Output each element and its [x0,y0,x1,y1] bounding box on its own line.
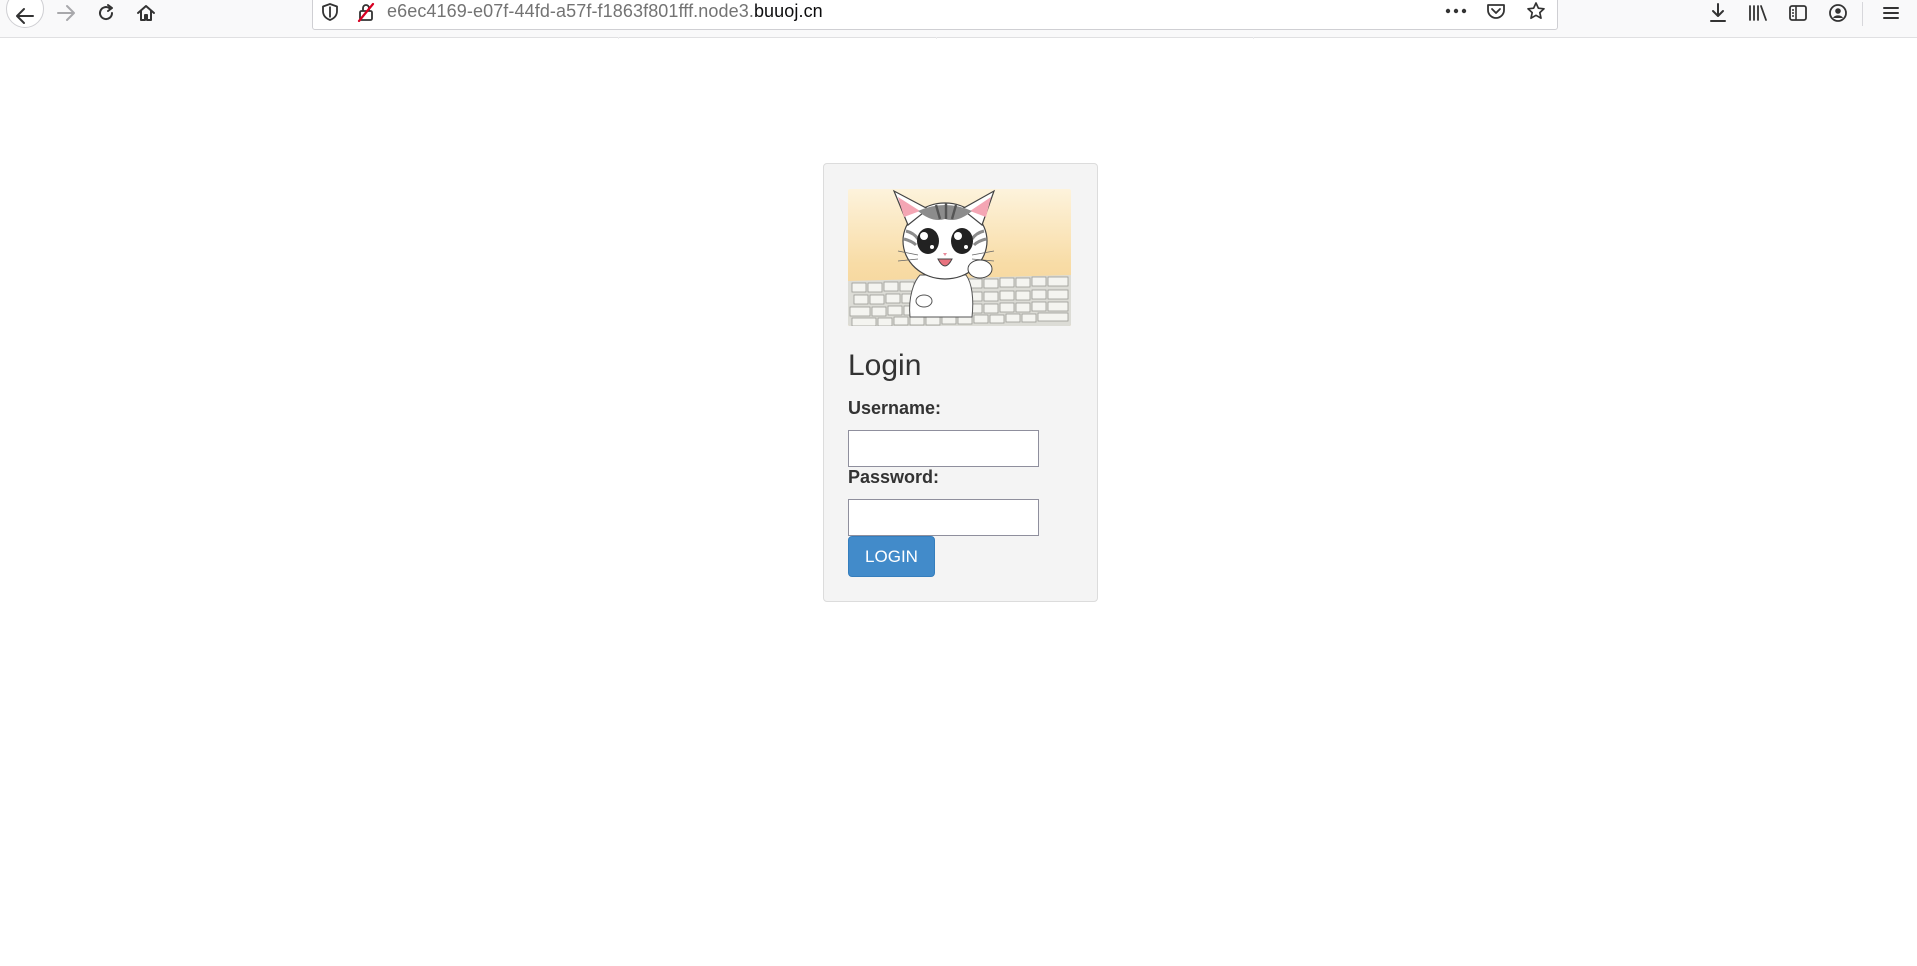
star-icon[interactable] [1523,0,1549,22]
reload-icon [96,3,116,23]
address-bar[interactable]: e6ec4169-e07f-44fd-a57f-f1863f801fff.nod… [312,0,1558,30]
sidebar-button[interactable] [1778,0,1818,26]
home-icon [136,3,156,23]
tab-divider [1253,37,1254,39]
shield-icon[interactable] [321,2,339,27]
hamburger-menu-icon [1882,5,1900,21]
pocket-icon[interactable] [1483,0,1509,22]
menu-button[interactable] [1871,0,1911,26]
insecure-lock-icon[interactable] [356,2,376,27]
forward-arrow-icon [56,4,76,22]
back-arrow-icon [15,0,35,25]
url-domain: buuoj.cn [753,1,823,21]
url-prefix: e6ec4169-e07f-44fd-a57f-f1863f801fff.nod… [387,1,754,21]
account-icon [1828,3,1848,23]
downloads-button[interactable] [1698,0,1738,26]
cat-keyboard-banner-image [848,189,1071,326]
password-label: Password: [848,467,940,487]
library-button[interactable] [1738,0,1778,26]
account-button[interactable] [1818,0,1858,26]
back-button[interactable] [6,0,44,28]
more-dots-icon[interactable] [1443,0,1469,22]
username-label: Username: [848,398,942,418]
username-input[interactable] [848,430,1039,467]
home-button[interactable] [128,0,164,26]
browser-toolbar: e6ec4169-e07f-44fd-a57f-f1863f801fff.nod… [0,0,1917,38]
tab-divider [618,37,619,39]
forward-button[interactable] [48,0,84,26]
login-card: Login Username: Password: LOGIN [823,163,1098,602]
url-text[interactable]: e6ec4169-e07f-44fd-a57f-f1863f801fff.nod… [387,1,823,22]
library-icon [1747,3,1769,23]
download-icon [1708,2,1728,24]
tab-divider [936,37,937,39]
reload-button[interactable] [88,0,124,26]
login-heading: Login [848,349,922,382]
login-button[interactable]: LOGIN [848,536,935,577]
sidebar-icon [1788,4,1808,22]
password-input[interactable] [848,499,1039,536]
toolbar-separator [1862,2,1863,26]
